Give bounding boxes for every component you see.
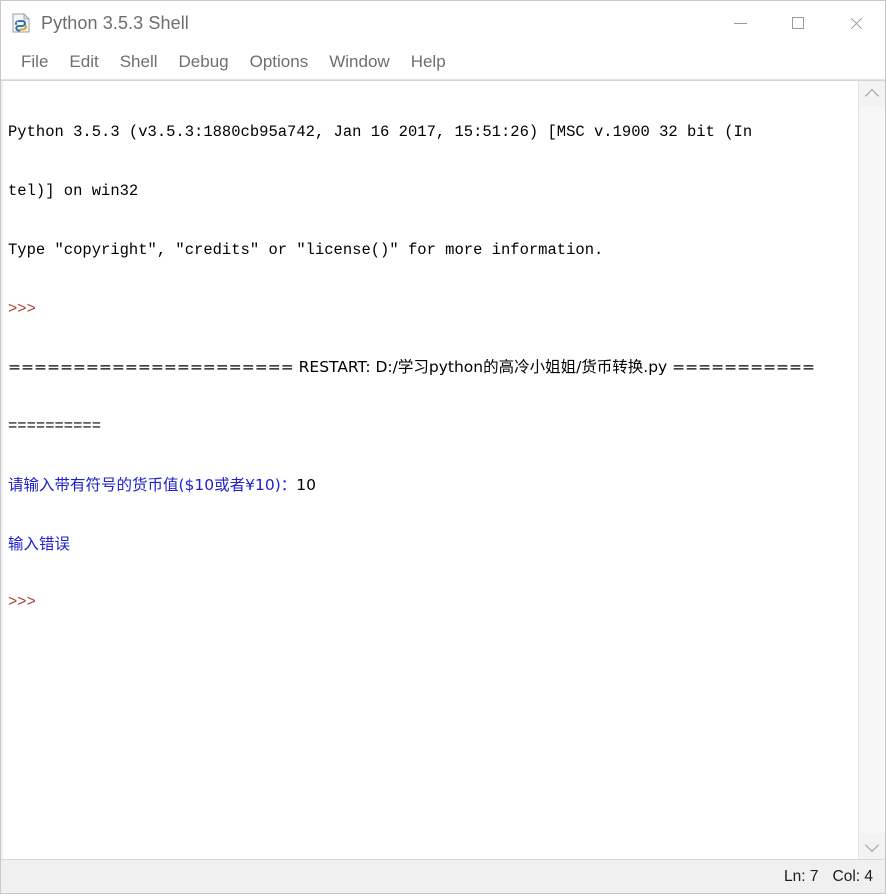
menu-item-options[interactable]: Options — [240, 50, 320, 74]
shell-area: Python 3.5.3 (v3.5.3:1880cb95a742, Jan 1… — [1, 80, 885, 859]
menu-item-window[interactable]: Window — [319, 50, 400, 74]
shell-input-prompt-text: 请输入带有符号的货币值($10或者¥10)： — [8, 475, 297, 494]
menu-item-help[interactable]: Help — [401, 50, 457, 74]
title-bar[interactable]: Python 3.5.3 Shell — [1, 1, 885, 45]
status-line-number: Ln: 7 — [784, 867, 819, 885]
menu-item-debug[interactable]: Debug — [169, 50, 240, 74]
window-title: Python 3.5.3 Shell — [41, 12, 189, 33]
close-icon — [849, 16, 864, 31]
shell-text-pane[interactable]: Python 3.5.3 (v3.5.3:1880cb95a742, Jan 1… — [1, 81, 858, 859]
minimize-button[interactable] — [711, 1, 769, 45]
scroll-up-button[interactable] — [859, 81, 885, 107]
menu-item-edit[interactable]: Edit — [59, 50, 109, 74]
scroll-down-button[interactable] — [859, 833, 885, 859]
chevron-down-icon — [864, 837, 880, 852]
shell-line-prompt-2: >>> — [8, 593, 46, 612]
caption-button-group — [711, 1, 885, 45]
menu-bar: File Edit Shell Debug Options Window Hel… — [1, 45, 885, 80]
menu-item-file[interactable]: File — [11, 50, 59, 74]
status-column-number: Col: 4 — [832, 867, 874, 885]
maximize-button[interactable] — [769, 1, 827, 45]
menu-item-shell[interactable]: Shell — [110, 50, 169, 74]
status-bar: Ln: 7 Col: 4 — [1, 859, 885, 893]
scrollbar-track[interactable] — [859, 107, 885, 833]
python-idle-file-icon — [10, 12, 32, 34]
shell-line-restart-2: ========== — [8, 417, 102, 436]
vertical-scrollbar[interactable] — [858, 81, 885, 859]
close-button[interactable] — [827, 1, 885, 45]
minimize-icon — [733, 22, 747, 24]
shell-line-banner-3: Type "copyright", "credits" or "license(… — [8, 240, 604, 259]
shell-line-restart-1: ====================== RESTART: D:/学习pyt… — [8, 358, 816, 377]
maximize-icon — [792, 17, 804, 29]
shell-line-input-prompt: 请输入带有符号的货币值($10或者¥10)：10 — [8, 476, 858, 496]
shell-user-input-value: 10 — [296, 475, 316, 494]
shell-line-error: 输入错误 — [8, 534, 71, 553]
shell-line-banner-2: tel)] on win32 — [8, 181, 139, 200]
shell-line-banner-1: Python 3.5.3 (v3.5.3:1880cb95a742, Jan 1… — [8, 123, 753, 142]
shell-output[interactable]: Python 3.5.3 (v3.5.3:1880cb95a742, Jan 1… — [8, 84, 858, 652]
idle-shell-window: Python 3.5.3 Shell File Edit Shell Debug… — [0, 0, 886, 894]
shell-line-prompt-1: >>> — [8, 299, 46, 318]
chevron-up-icon — [864, 88, 880, 103]
